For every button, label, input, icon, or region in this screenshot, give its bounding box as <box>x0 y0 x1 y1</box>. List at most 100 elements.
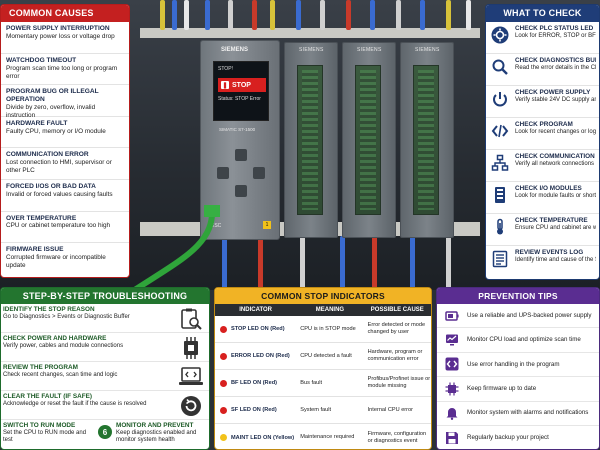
cause-item: COMMUNICATION ERROR Lost connection to HM… <box>1 148 129 180</box>
col-meaning: MEANING <box>315 307 345 313</box>
stop-badge: ❚ STOP <box>218 78 266 92</box>
cpu-monitor-icon <box>445 333 459 347</box>
cause-title: OVER TEMPERATURE <box>6 214 77 222</box>
list-icon <box>490 249 510 269</box>
wire <box>270 0 275 30</box>
laptop-code-icon <box>177 364 205 390</box>
indicator-label: ERROR LED ON (Red) <box>231 353 290 359</box>
indicator-cell: STOP LED ON (Red) <box>215 325 296 333</box>
io-module-icon <box>490 185 510 205</box>
check-item: CHECK PLC STATUS LED Look for ERROR, STOP… <box>486 22 599 54</box>
check-title: CHECK POWER SUPPLY <box>515 89 591 96</box>
wire <box>228 0 233 30</box>
step-desc: Set the CPU to RUN mode and test <box>3 429 87 444</box>
stop-label: STOP <box>232 81 251 89</box>
wire <box>396 0 401 30</box>
wire <box>340 236 345 290</box>
indicator-cell: SF LED ON (Red) <box>215 406 296 414</box>
tip-item: Use a reliable and UPS-backed power supp… <box>437 304 599 329</box>
cause-item: FIRMWARE ISSUE Corrupted firmware or inco… <box>1 243 129 275</box>
wire <box>372 236 377 290</box>
col-indicator: INDICATOR <box>239 307 273 313</box>
module-led-strip <box>297 65 323 215</box>
module-led-strip <box>413 65 439 215</box>
causes-header: COMMON CAUSES <box>1 5 129 22</box>
step-title: IDENTIFY THE STOP REASON <box>3 306 95 313</box>
cause-title: FORCED I/OS OR BAD DATA <box>6 182 96 190</box>
cause-desc: Faulty CPU, memory or I/O module <box>6 127 106 135</box>
meaning-cell: Maintenance required <box>300 434 355 440</box>
indicator-label: MAINT LED ON (Yellow) <box>231 434 295 441</box>
cause-desc: Corrupted firmware or incompatible updat… <box>6 254 106 270</box>
magnifier-icon <box>490 57 510 77</box>
meaning-cell: Bus fault <box>300 379 323 386</box>
tip-item: Regularly backup your project <box>437 426 599 449</box>
led-dot-icon <box>220 434 227 441</box>
step-desc: Verify power, cables and module connecti… <box>3 342 124 349</box>
indicators-table-header: INDICATOR MEANING POSSIBLE CAUSE <box>215 304 431 316</box>
check-desc: Look for recent changes or logic issues <box>515 128 596 135</box>
tip-text: Regularly backup your project <box>467 434 549 442</box>
tip-item: Monitor system with alarms and notificat… <box>437 402 599 426</box>
step-desc: Acknowledge or reset the fault if the ca… <box>3 400 147 407</box>
cause-cell: Profibus/Profinet issue or module missin… <box>367 376 431 389</box>
led-dot-icon <box>220 352 227 360</box>
led-dot-icon <box>220 325 227 333</box>
io-module: SIEMENS <box>342 42 396 238</box>
plc-screen-title: STOP! <box>218 66 233 72</box>
check-title: CHECK I/O MODULES <box>515 185 582 192</box>
cause-item: OVER TEMPERATURE CPU or cabinet temperatu… <box>1 212 129 244</box>
step-item: CHECK POWER AND HARDWARE Verify power, ca… <box>1 333 209 362</box>
cause-item: HARDWARE FAULT Faulty CPU, memory or I/O … <box>1 117 129 149</box>
module-brand: SIEMENS <box>415 47 440 53</box>
cause-item: POWER SUPPLY INTERRUPTION Momentary power… <box>1 22 129 54</box>
cause-title: PROGRAM BUG OR ILLEGAL OPERATION <box>6 88 99 104</box>
cause-item: PROGRAM BUG OR ILLEGAL OPERATION Divide b… <box>1 85 129 119</box>
prevention-tips-panel: PREVENTION TIPS Use a reliable and UPS-b… <box>436 287 600 450</box>
wire <box>258 236 263 290</box>
wire <box>410 236 415 290</box>
wire <box>446 0 451 30</box>
cause-title: FIRMWARE ISSUE <box>6 246 64 254</box>
stop-indicators-panel: COMMON STOP INDICATORS INDICATOR MEANING… <box>214 287 432 450</box>
cause-desc: Program scan time too long or program er… <box>6 64 118 80</box>
check-desc: Verify stable 24V DC supply and no inter… <box>515 96 596 103</box>
chip-icon <box>445 382 459 396</box>
col-cause: POSSIBLE CAUSE <box>370 307 424 313</box>
cause-title: WATCHDOG TIMEOUT <box>6 56 77 64</box>
network-icon <box>490 153 510 173</box>
check-title: CHECK PLC STATUS LED <box>515 25 594 32</box>
plc-dpad <box>217 149 265 197</box>
check-desc: Read the error details in the CPU <box>515 64 596 71</box>
check-desc: Ensure CPU and cabinet are within limits <box>515 224 596 231</box>
terminal-row <box>140 28 480 38</box>
check-title: REVIEW EVENTS LOG <box>515 249 584 256</box>
indicator-row: ERROR LED ON (Red) CPU detected a fault Ha… <box>215 343 431 370</box>
cause-title: COMMUNICATION ERROR <box>6 151 89 159</box>
indicator-row: SF LED ON (Red) System fault Internal CPU … <box>215 397 431 424</box>
check-title: CHECK DIAGNOSTICS BUFFER <box>515 57 596 64</box>
power-icon <box>490 89 510 109</box>
step-item: IDENTIFY THE STOP REASON Go to Diagnostic… <box>1 304 209 333</box>
wire <box>160 0 165 30</box>
check-item: REVIEW EVENTS LOG Identify time and cause… <box>486 246 599 278</box>
module-led-strip <box>355 65 381 215</box>
wire <box>172 0 177 30</box>
indicator-row: BF LED ON (Red) Bus fault Profibus/Profine… <box>215 370 431 397</box>
step-item: REVIEW THE PROGRAM Check recent changes, … <box>1 362 209 391</box>
wire <box>252 0 257 30</box>
io-module: SIEMENS <box>400 42 454 238</box>
wire <box>296 0 301 30</box>
cause-item: FORCED I/OS OR BAD DATA Invalid or forced… <box>1 180 129 212</box>
meaning-cell: CPU is in STOP mode <box>300 325 356 332</box>
check-title: CHECK PROGRAM <box>515 121 573 128</box>
gear-icon <box>490 25 510 45</box>
cause-cell: Internal CPU error <box>367 406 414 413</box>
led-dot-icon <box>220 406 227 414</box>
cause-title: POWER SUPPLY INTERRUPTION <box>6 25 110 32</box>
common-causes-panel: COMMON CAUSES POWER SUPPLY INTERRUPTION M… <box>0 4 130 278</box>
step-desc: Go to Diagnostics > Events or Diagnostic… <box>3 313 130 320</box>
check-item: CHECK TEMPERATURE Ensure CPU and cabinet … <box>486 214 599 246</box>
indicator-row: STOP LED ON (Red) CPU is in STOP mode Erro… <box>215 316 431 343</box>
indicator-cell: ERROR LED ON (Red) <box>215 352 296 360</box>
